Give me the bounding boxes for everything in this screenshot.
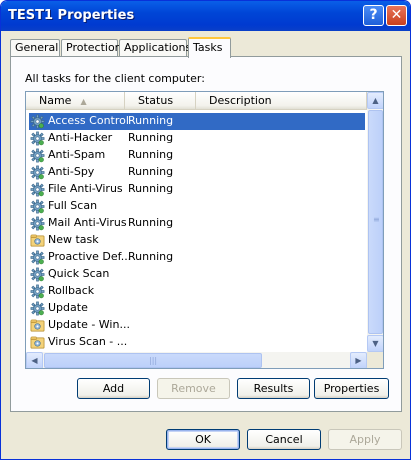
task-folder-icon	[30, 233, 45, 248]
list-item[interactable]: Mail Anti-Virus Running	[29, 215, 365, 232]
list-item[interactable]: Rollback	[29, 283, 365, 300]
column-header-description[interactable]: Description	[196, 92, 367, 110]
task-folder-icon	[30, 335, 45, 350]
gear-icon	[30, 182, 45, 197]
task-name: Update	[48, 301, 88, 314]
gear-icon	[30, 148, 45, 163]
gear-icon	[30, 114, 45, 129]
task-name: Quick Scan	[48, 267, 110, 280]
gear-icon	[30, 267, 45, 282]
gear-icon	[30, 301, 45, 316]
task-name: Proactive Def...	[48, 250, 132, 263]
gear-icon	[30, 216, 45, 231]
task-name: Anti-Hacker	[48, 131, 113, 144]
task-status: Running	[128, 182, 174, 195]
horizontal-scroll-thumb[interactable]: |||	[44, 353, 262, 368]
list-item[interactable]: Full Scan	[29, 198, 365, 215]
scroll-down-icon[interactable]: ▼	[367, 335, 383, 352]
scroll-left-icon[interactable]: ◀	[26, 352, 43, 368]
window-title: TEST1 Properties	[8, 8, 135, 23]
tasks-panel: All tasks for the client computer: Name ▲…	[10, 56, 402, 412]
list-header: Name ▲ Status Description	[26, 92, 367, 110]
close-button[interactable]: ✕	[386, 5, 407, 26]
tab-general[interactable]: General	[10, 39, 60, 57]
gear-icon	[30, 165, 45, 180]
vertical-scrollbar[interactable]: ▲ ≡ ▼	[367, 92, 383, 352]
grip-icon: |||	[149, 356, 158, 365]
task-status: Running	[128, 216, 174, 229]
apply-button[interactable]: Apply	[328, 429, 402, 450]
task-name: Mail Anti-Virus	[48, 216, 127, 229]
task-status: Running	[128, 148, 174, 161]
gear-icon	[30, 131, 45, 146]
task-name: Anti-Spam	[48, 148, 106, 161]
properties-button[interactable]: Properties	[314, 378, 389, 399]
list-item[interactable]: Quick Scan	[29, 266, 365, 283]
tab-protection[interactable]: Protection	[61, 39, 122, 57]
scroll-right-icon[interactable]: ▶	[350, 352, 367, 368]
column-header-status[interactable]: Status	[125, 92, 196, 110]
list-item[interactable]: Anti-Hacker Running	[29, 130, 365, 147]
list-item[interactable]: Update - Win...	[29, 317, 365, 334]
gear-icon	[30, 284, 45, 299]
tasks-label: All tasks for the client computer:	[25, 72, 205, 85]
tab-tasks[interactable]: Tasks	[188, 37, 231, 58]
task-status: Running	[128, 250, 174, 263]
ok-button[interactable]: OK	[166, 429, 240, 450]
sort-ascending-icon: ▲	[80, 97, 87, 106]
task-name: Virus Scan - ...	[48, 335, 128, 348]
list-item[interactable]: Update	[29, 300, 365, 317]
task-name: Anti-Spy	[48, 165, 95, 178]
help-button[interactable]: ?	[363, 5, 384, 26]
list-item[interactable]: Anti-Spy Running	[29, 164, 365, 181]
add-button[interactable]: Add	[77, 378, 150, 399]
scroll-corner	[367, 352, 383, 368]
remove-button[interactable]: Remove	[157, 378, 230, 399]
gear-icon	[30, 250, 45, 265]
properties-window: TEST1 Properties ? ✕ General Protection …	[0, 0, 411, 460]
vertical-scroll-thumb[interactable]: ≡	[368, 110, 383, 334]
list-item[interactable]: File Anti-Virus Running	[29, 181, 365, 198]
grip-icon: ≡	[373, 215, 380, 224]
task-status: Running	[128, 114, 174, 127]
task-name: Full Scan	[48, 199, 98, 212]
list-item[interactable]: Access Control Running	[29, 113, 365, 130]
task-status: Running	[128, 131, 174, 144]
task-status: Running	[128, 165, 174, 178]
task-name: Update - Win...	[48, 318, 130, 331]
tasks-list[interactable]: Name ▲ Status Description Access Control R…	[25, 91, 384, 369]
task-name: Access Control	[48, 114, 129, 127]
results-button[interactable]: Results	[237, 378, 310, 399]
scroll-up-icon[interactable]: ▲	[367, 92, 383, 109]
cancel-button[interactable]: Cancel	[247, 429, 321, 450]
task-name: New task	[48, 233, 99, 246]
task-name: Rollback	[48, 284, 95, 297]
task-name: File Anti-Virus	[48, 182, 123, 195]
list-item[interactable]: Anti-Spam Running	[29, 147, 365, 164]
gear-icon	[30, 199, 45, 214]
list-item[interactable]: Virus Scan - ...	[29, 334, 365, 351]
task-folder-icon	[30, 318, 45, 333]
column-header-name[interactable]: Name ▲	[26, 92, 125, 110]
list-item[interactable]: Proactive Def... Running	[29, 249, 365, 266]
list-item[interactable]: New task	[29, 232, 365, 249]
tab-applications[interactable]: Applications	[119, 39, 191, 57]
title-bar[interactable]: TEST1 Properties ? ✕	[1, 1, 410, 31]
horizontal-scrollbar[interactable]: ◀ ||| ▶	[26, 352, 367, 368]
